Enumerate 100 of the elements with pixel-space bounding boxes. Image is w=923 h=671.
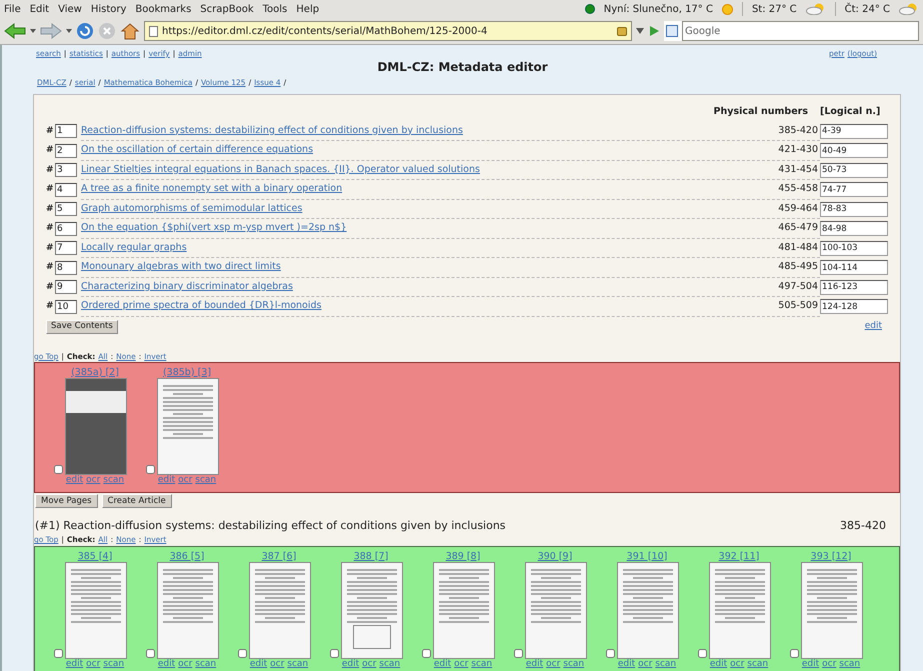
article-link[interactable]: Graph automorphisms of semimodular lattices bbox=[81, 202, 302, 216]
search-field[interactable]: Google bbox=[682, 21, 919, 41]
page-action-link[interactable]: edit bbox=[618, 658, 636, 670]
page-action-link[interactable]: scan bbox=[103, 658, 124, 670]
logical-range-field[interactable]: 104-114 bbox=[820, 260, 888, 276]
page-checkbox[interactable] bbox=[330, 648, 338, 658]
page-action-link[interactable]: scan bbox=[655, 658, 676, 670]
page-checkbox[interactable] bbox=[54, 464, 62, 474]
page-checkbox[interactable] bbox=[514, 648, 522, 658]
order-field[interactable]: 6 bbox=[55, 222, 77, 236]
page-action-link[interactable]: edit bbox=[342, 658, 360, 670]
reload-icon[interactable] bbox=[76, 22, 94, 40]
article-link[interactable]: Linear Stieltjes integral equations in Banach spaces. {II}. Operator valued solutions bbox=[81, 162, 480, 177]
article-link[interactable]: Reaction-diffusion systems: destabilizing effect of conditions given by inclusions bbox=[81, 124, 463, 138]
order-field[interactable]: 1 bbox=[55, 124, 77, 138]
page-checkbox[interactable] bbox=[146, 648, 154, 658]
logical-range-field[interactable]: 116-123 bbox=[820, 280, 888, 295]
page-checkbox[interactable] bbox=[146, 464, 154, 474]
page-action-link[interactable]: scan bbox=[195, 658, 216, 670]
order-field[interactable]: 7 bbox=[55, 241, 77, 256]
page-label-link[interactable]: 393 [12] bbox=[800, 550, 852, 562]
menu-item[interactable]: History bbox=[90, 2, 126, 16]
hash-text: # bbox=[46, 183, 54, 196]
page-action-link[interactable]: edit bbox=[158, 658, 176, 670]
page-action-link[interactable]: ocr bbox=[270, 658, 284, 670]
order-field[interactable]: 8 bbox=[55, 260, 77, 275]
menu-item[interactable]: File bbox=[4, 2, 21, 16]
page-action-link[interactable]: edit bbox=[710, 658, 728, 670]
page-action-link[interactable]: edit bbox=[526, 658, 544, 670]
dropdown-caret-icon[interactable] bbox=[30, 29, 36, 33]
page-action-link[interactable]: ocr bbox=[86, 658, 100, 670]
order-field[interactable]: 5 bbox=[55, 202, 77, 216]
page-action-link[interactable]: edit bbox=[66, 658, 84, 670]
page-label-link[interactable]: 385 [4] bbox=[68, 550, 112, 562]
article-link[interactable]: On the oscillation of certain difference equations bbox=[81, 143, 314, 158]
page-action-link[interactable]: scan bbox=[563, 658, 584, 670]
save-button[interactable]: Save Contents bbox=[46, 320, 118, 334]
page-action-link[interactable]: scan bbox=[379, 658, 400, 670]
page-action-link[interactable]: ocr bbox=[822, 658, 836, 670]
menu-item[interactable]: Edit bbox=[30, 2, 50, 16]
order-field[interactable]: 4 bbox=[55, 182, 77, 197]
page-checkbox[interactable] bbox=[790, 648, 798, 658]
back-arrow-icon[interactable] bbox=[4, 22, 26, 40]
dropdown-caret-icon[interactable] bbox=[66, 29, 72, 33]
page-action-link[interactable]: scan bbox=[747, 658, 768, 670]
page-action-link[interactable]: scan bbox=[471, 658, 492, 670]
menu-item[interactable]: ScrapBook bbox=[200, 2, 254, 16]
page-label-link[interactable]: 390 [9] bbox=[528, 550, 572, 562]
page-action-link[interactable]: ocr bbox=[546, 658, 560, 670]
article-link[interactable]: Characterizing binary discriminator algebras bbox=[81, 280, 293, 294]
page-checkbox[interactable] bbox=[606, 648, 614, 658]
logical-range-field[interactable]: 84-98 bbox=[820, 221, 888, 236]
menu-item[interactable]: Help bbox=[296, 2, 320, 16]
page-action-link[interactable]: ocr bbox=[362, 658, 376, 670]
article-link[interactable]: On the equation {$phi(vert xsp m-ysp mvert )=2sp n$} bbox=[81, 221, 347, 236]
page-action-link[interactable]: ocr bbox=[454, 658, 468, 670]
address-field[interactable]: https://editor.dml.cz/edit/contents/serial/MathBohem/125-2000-4 bbox=[144, 21, 632, 41]
logical-range-field[interactable]: 50-73 bbox=[820, 162, 888, 178]
logical-range-field[interactable]: 78-83 bbox=[820, 202, 888, 217]
order-field[interactable]: 10 bbox=[55, 300, 77, 314]
article-link[interactable]: Locally regular graphs bbox=[81, 240, 187, 255]
logical-range-field[interactable]: 100-103 bbox=[820, 240, 888, 256]
page-action-link[interactable]: edit bbox=[434, 658, 452, 670]
order-field[interactable]: 3 bbox=[55, 163, 77, 178]
logical-range-field[interactable]: 40-49 bbox=[820, 143, 888, 158]
logical-range-field[interactable]: 124-128 bbox=[820, 299, 888, 314]
page-checkbox[interactable] bbox=[54, 648, 62, 658]
article-link[interactable]: Monounary algebras with two direct limits bbox=[81, 260, 281, 274]
page-action-link[interactable]: edit bbox=[802, 658, 820, 670]
page-action-link[interactable]: ocr bbox=[730, 658, 744, 670]
menu-item[interactable]: Tools bbox=[262, 2, 288, 16]
action-button[interactable]: Move Pages bbox=[35, 494, 98, 508]
page-label-link[interactable]: 387 [6] bbox=[252, 550, 296, 562]
page-label-link[interactable]: 389 [8] bbox=[436, 550, 480, 562]
search-engine-icon[interactable] bbox=[666, 25, 678, 37]
page-checkbox[interactable] bbox=[238, 648, 246, 658]
logical-range-field[interactable]: 4-39 bbox=[820, 124, 888, 139]
menu-item[interactable]: View bbox=[58, 2, 82, 16]
page-action-link[interactable]: ocr bbox=[638, 658, 652, 670]
article-link[interactable]: Ordered prime spectra of bounded {DR}l-monoids bbox=[81, 299, 322, 314]
page-label-link[interactable]: 388 [7] bbox=[344, 550, 388, 562]
home-icon[interactable] bbox=[120, 22, 140, 40]
order-field[interactable]: 9 bbox=[55, 280, 77, 294]
page-action-link[interactable]: ocr bbox=[178, 658, 192, 670]
page-label-link[interactable]: 392 [11] bbox=[708, 550, 760, 562]
menu-item[interactable]: Bookmarks bbox=[135, 2, 192, 16]
article-link[interactable]: A tree as a finite nonempty set with a binary operation bbox=[81, 182, 342, 196]
page-action-link[interactable]: edit bbox=[250, 658, 268, 670]
page-checkbox[interactable] bbox=[422, 648, 430, 658]
page-label-link[interactable]: 391 [10] bbox=[616, 550, 668, 562]
dropdown-caret-icon[interactable] bbox=[636, 28, 644, 34]
action-button[interactable]: Create Article bbox=[102, 494, 172, 508]
order-field[interactable]: 2 bbox=[55, 144, 77, 158]
page-action-link[interactable]: scan bbox=[287, 658, 308, 670]
go-arrow-icon[interactable] bbox=[648, 25, 660, 37]
page-checkbox[interactable] bbox=[698, 648, 706, 658]
edit-link[interactable]: edit bbox=[864, 320, 882, 334]
logical-range-field[interactable]: 74-77 bbox=[820, 182, 888, 198]
page-label-link[interactable]: 386 [5] bbox=[160, 550, 204, 562]
page-action-link[interactable]: scan bbox=[839, 658, 860, 670]
